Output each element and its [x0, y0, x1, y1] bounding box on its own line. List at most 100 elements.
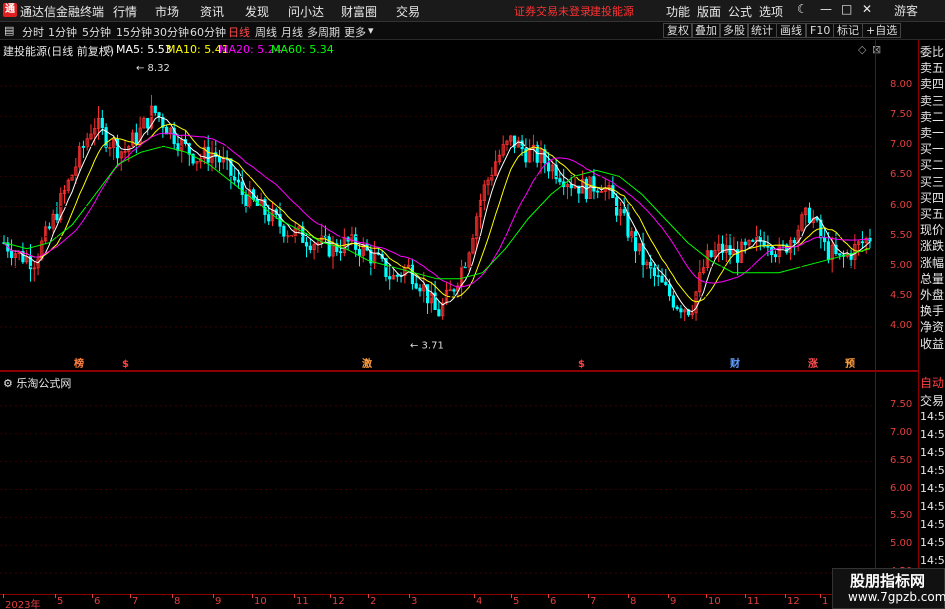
period-more[interactable]: 更多 [344, 24, 366, 40]
candle-body [826, 241, 831, 261]
draw-line-button[interactable]: 画线 [776, 23, 806, 38]
event-marker[interactable]: 预 [845, 358, 855, 370]
date-tick-label: 8 [630, 596, 637, 607]
date-tick-label: 12 [787, 596, 800, 607]
trade-time: 14:56 [920, 410, 945, 423]
date-tick [213, 594, 214, 598]
candle-body [395, 274, 399, 277]
price-tick-label: 5.00 [890, 259, 913, 271]
quote-field-label: 总量 [920, 271, 945, 286]
minimize-icon[interactable]: — [820, 2, 832, 16]
candle-body [596, 190, 600, 193]
candle-body [633, 231, 638, 252]
event-marker[interactable]: 激 [362, 357, 372, 370]
chevron-down-icon[interactable]: ▾ [368, 24, 374, 37]
sub-tick-label: 7.00 [890, 426, 913, 438]
event-marker[interactable]: 财 [729, 357, 740, 370]
date-tick-label: 12 [332, 596, 345, 607]
event-marker[interactable]: 涨 [808, 357, 818, 370]
guest-login[interactable]: 游客 [894, 2, 918, 19]
date-tick [172, 594, 173, 598]
menu-item-functions[interactable]: 功能 [666, 3, 690, 20]
skin-icon[interactable]: ☾ [797, 2, 808, 16]
period-monthly[interactable]: 月线 [281, 24, 303, 40]
low-price-label: ← 3.71 [410, 340, 444, 351]
app-logo-icon: 通 [3, 3, 17, 17]
close-icon[interactable]: ✕ [862, 2, 872, 16]
date-tick [474, 594, 475, 598]
candle-body [236, 179, 241, 183]
watermark-title: 股朋指标网 [850, 572, 926, 590]
date-tick-label: 6 [94, 596, 101, 607]
date-tick [628, 594, 629, 598]
period-15min[interactable]: 15分钟 [116, 24, 152, 40]
menu-item-market-quotes[interactable]: 行情 [113, 3, 137, 20]
toolbar-menu-icon[interactable]: ▤ [4, 24, 14, 37]
add-watchlist-button[interactable]: +自选 [862, 23, 902, 38]
period-multi[interactable]: 多周期 [307, 24, 340, 40]
trade-time: 14:56 [920, 554, 945, 567]
event-marker[interactable]: $ [578, 359, 585, 370]
sub-tick-label: 6.50 [890, 454, 913, 466]
menu-item-news[interactable]: 资讯 [200, 3, 224, 20]
menu-item-options[interactable]: 选项 [759, 3, 783, 20]
candle-body [660, 275, 664, 283]
period-daily[interactable]: 日线 [228, 24, 250, 40]
date-tick [330, 594, 331, 598]
high-price-label: ← 8.32 [136, 63, 170, 74]
date-tick [668, 594, 669, 598]
candlestick-chart[interactable]: ← 8.32 ← 3.71 榜 $ 激 $ 财 涨 预 [0, 40, 918, 370]
period-30min[interactable]: 30分钟 [153, 24, 189, 40]
mark-button[interactable]: 标记 [833, 23, 863, 38]
menu-item-wealth[interactable]: 财富圈 [341, 3, 377, 20]
menu-item-discover[interactable]: 发现 [245, 3, 269, 20]
trade-time: 14:56 [920, 464, 945, 477]
candle-body [546, 162, 551, 172]
trade-time: 14:56 [920, 428, 945, 441]
quote-field-label: 买二 [920, 158, 945, 173]
menu-item-market[interactable]: 市场 [155, 3, 179, 20]
overlay-button[interactable]: 叠加 [691, 23, 721, 38]
date-tick-label: 8 [174, 596, 181, 607]
period-5min[interactable]: 5分钟 [82, 24, 111, 40]
candle-body [664, 281, 668, 285]
event-marker[interactable]: $ [122, 359, 129, 370]
candle-body [176, 143, 180, 151]
menu-item-layout[interactable]: 版面 [697, 3, 721, 20]
price-tick-label: 7.00 [890, 139, 913, 151]
trade-tab[interactable]: 自动 [920, 374, 945, 391]
date-tick-label: 7 [132, 596, 139, 607]
quote-field-label: 涨幅 [920, 255, 945, 270]
menu-item-ask[interactable]: 问小达 [288, 3, 324, 20]
multi-stock-button[interactable]: 多股 [719, 23, 749, 38]
trade-tab[interactable]: 交易 [920, 392, 945, 409]
f10-button[interactable]: F10 [806, 23, 835, 38]
login-warning[interactable]: 证券交易未登录 [514, 3, 591, 19]
date-tick [3, 594, 4, 598]
candle-body [55, 213, 59, 221]
price-tick-label: 8.00 [890, 79, 913, 91]
date-tick [820, 594, 821, 598]
event-marker[interactable]: 榜 [74, 357, 84, 370]
period-weekly[interactable]: 周线 [255, 24, 277, 40]
maximize-icon[interactable]: □ [841, 2, 852, 16]
date-tick [55, 594, 56, 598]
adjust-button[interactable]: 复权 [663, 23, 693, 38]
date-tick-label: 2023年 [5, 600, 41, 609]
period-1min[interactable]: 1分钟 [48, 24, 77, 40]
candle-body [267, 214, 271, 222]
quote-field-label: 换手 [920, 304, 945, 319]
menu-item-trade[interactable]: 交易 [396, 3, 420, 20]
quote-field-label: 买四 [920, 190, 945, 205]
current-stock-title: 建投能源 [590, 5, 634, 18]
menu-item-formula[interactable]: 公式 [728, 3, 752, 20]
candle-body [9, 250, 14, 259]
period-60min[interactable]: 60分钟 [190, 24, 226, 40]
watermark-url: www.7gpzb.com [848, 590, 945, 604]
period-timeshare[interactable]: 分时 [22, 24, 44, 40]
statistics-button[interactable]: 统计 [747, 23, 777, 38]
date-tick-label: 11 [747, 596, 760, 607]
date-tick [92, 594, 93, 598]
sub-indicator-chart[interactable] [0, 372, 918, 594]
quote-field-label: 买三 [920, 174, 945, 189]
